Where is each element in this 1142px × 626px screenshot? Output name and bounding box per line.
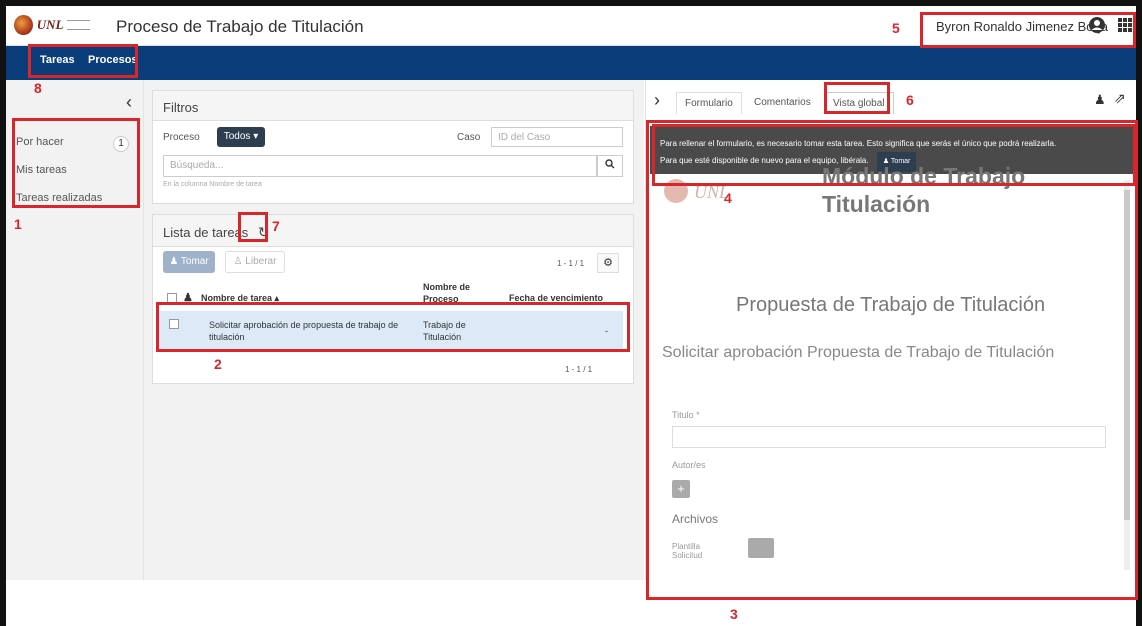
caso-input[interactable]: ID del Caso <box>491 127 623 147</box>
title-input[interactable] <box>672 426 1106 448</box>
open-external-icon[interactable]: ⇗ <box>1114 90 1126 107</box>
annotation-label-6: 6 <box>906 92 914 108</box>
notice-line-1: Para rellenar el formulario, es necesari… <box>660 139 1057 148</box>
annotation-label-2: 2 <box>214 356 222 372</box>
select-all-checkbox[interactable] <box>167 293 177 303</box>
filters-card: Filtros Proceso Todos ▾ Caso ID del Caso… <box>152 90 634 204</box>
tab-procesos[interactable]: Procesos <box>88 54 138 66</box>
column-header-process-name[interactable]: Nombre de Proceso <box>423 281 483 305</box>
release-task-button[interactable]: ♙ Liberar <box>225 251 285 273</box>
faded-university-logo: UNL <box>662 176 782 206</box>
title-field-label: Titulo * <box>672 410 700 420</box>
task-list-title: Lista de tareas <box>163 225 249 240</box>
annotation-label-7: 7 <box>272 218 280 234</box>
task-detail-panel: › Formulario Comentarios Vista global ♟ … <box>645 80 1136 580</box>
top-header: UNL Proceso de Trabajo de Titulación Byr… <box>6 6 1136 46</box>
task-list-header: Lista de tareas ↻ <box>153 215 633 247</box>
caso-label: Caso <box>457 132 481 143</box>
annotation-label-8: 8 <box>34 80 42 96</box>
search-icon <box>605 159 615 169</box>
user-account-icon[interactable] <box>1088 16 1106 34</box>
request-title: Solicitar aprobación Propuesta de Trabaj… <box>662 344 1055 361</box>
row-process-name: Trabajo de Titulación <box>423 320 466 342</box>
files-label: Archivos <box>672 512 719 526</box>
tab-vista-global[interactable]: Vista global <box>824 92 894 114</box>
search-hint: En la columna Nombre de tarea <box>163 181 262 188</box>
search-input[interactable]: Búsqueda... <box>163 155 597 177</box>
template-label: Plantilla Solicitud <box>672 542 703 560</box>
column-header-task-name[interactable]: Nombre de tarea ▴ <box>201 293 279 304</box>
filters-title: Filtros <box>153 91 633 121</box>
row-due-date: - <box>605 326 608 336</box>
add-author-button[interactable]: + <box>672 480 690 498</box>
pager-bottom: 1 - 1 / 1 <box>565 365 593 374</box>
release-task-label: Liberar <box>245 256 277 267</box>
proceso-dropdown[interactable]: Todos ▾ <box>217 127 265 147</box>
module-title: Módulo de Trabajo Titulación <box>822 163 1026 217</box>
proposal-title: Propuesta de Trabajo de Titulación <box>736 294 1046 316</box>
app-title: Proceso de Trabajo de Titulación <box>116 17 364 36</box>
take-task-label: Tomar <box>180 256 209 267</box>
university-logo[interactable]: UNL <box>14 14 90 36</box>
assign-user-icon[interactable]: ♟ <box>1094 92 1106 108</box>
user-icon: ♟ <box>169 256 179 267</box>
chevron-right-icon[interactable]: › <box>654 90 660 111</box>
sidebar-item-tareas-realizadas[interactable]: Tareas realizadas <box>16 192 102 204</box>
settings-gear-icon[interactable]: ⚙ <box>597 253 619 273</box>
search-button[interactable] <box>597 155 623 177</box>
tab-formulario[interactable]: Formulario <box>676 92 742 114</box>
authors-label: Autor/es <box>672 460 706 470</box>
annotation-label-3: 3 <box>730 606 738 622</box>
por-hacer-count-badge: 1 <box>113 136 129 152</box>
main-navbar: Tareas Procesos <box>6 46 1136 80</box>
logo-text: UNL <box>36 17 64 32</box>
column-header-due-date[interactable]: Fecha de vencimiento <box>509 293 603 303</box>
task-list-card: Lista de tareas ↻ ♟ Tomar ♙ Liberar 1 - … <box>152 214 634 384</box>
logo-subtext <box>67 20 90 30</box>
annotation-label-1: 1 <box>14 216 22 232</box>
tab-comentarios[interactable]: Comentarios <box>746 92 819 113</box>
refresh-icon[interactable]: ↻ <box>258 224 270 240</box>
annotation-label-4: 4 <box>724 190 732 206</box>
tab-tareas[interactable]: Tareas <box>40 54 75 66</box>
logo-emblem-icon <box>14 15 33 35</box>
sidebar-item-por-hacer[interactable]: Por hacer <box>16 136 64 148</box>
assigned-user-icon: ♟ <box>183 292 193 304</box>
user-outline-icon: ♙ <box>233 256 243 267</box>
row-checkbox[interactable] <box>169 319 179 329</box>
row-task-name[interactable]: Solicitar aprobación de propuesta de tra… <box>209 319 415 343</box>
scrollbar-thumb[interactable] <box>1124 190 1130 520</box>
take-task-button[interactable]: ♟ Tomar <box>163 251 215 273</box>
task-filter-sidebar: ‹ Por hacer Mis tareas Tareas realizadas <box>6 80 144 580</box>
file-icon[interactable] <box>748 538 774 558</box>
user-name[interactable]: Byron Ronaldo Jimenez Borja <box>936 19 1108 34</box>
pager-top: 1 - 1 / 1 <box>557 259 585 268</box>
chevron-left-icon[interactable]: ‹ <box>126 92 132 113</box>
proceso-label: Proceso <box>163 132 200 143</box>
annotation-label-5: 5 <box>892 20 900 36</box>
sidebar-item-mis-tareas[interactable]: Mis tareas <box>16 164 67 176</box>
apps-grid-icon[interactable] <box>1118 18 1132 32</box>
